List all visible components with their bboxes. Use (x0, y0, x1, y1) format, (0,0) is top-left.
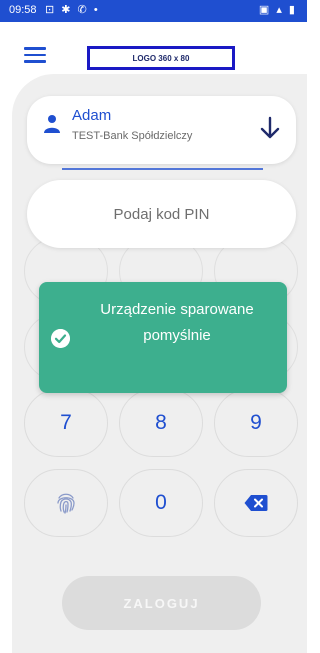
pin-input[interactable]: Podaj kod PIN (27, 180, 296, 248)
status-notification-icons: ⊡ ✱ ✆ • (45, 4, 100, 16)
account-bank: TEST-Bank Spółdzielczy (72, 130, 193, 142)
keypad-key-0[interactable]: 0 (119, 469, 203, 537)
account-underline (62, 168, 263, 170)
backspace-button[interactable] (214, 469, 298, 537)
status-bar: 09:58 ⊡ ✱ ✆ • ▣ ▴ ▮ (0, 0, 307, 22)
arrow-down-icon[interactable] (260, 116, 280, 140)
status-system-icons: ▣ ▴ ▮ (258, 4, 297, 16)
keypad-key-7[interactable]: 7 (24, 389, 108, 457)
check-circle-icon (51, 329, 70, 348)
user-icon (44, 115, 60, 133)
menu-icon[interactable] (24, 47, 46, 63)
account-name: Adam (72, 107, 112, 124)
fingerprint-icon (57, 493, 75, 514)
fingerprint-button[interactable] (24, 469, 108, 537)
status-time: 09:58 (9, 4, 37, 16)
toast-message: Urządzenie sparowane pomyślnie (100, 301, 254, 344)
keypad-key-8[interactable]: 8 (119, 389, 203, 457)
keypad-key-9[interactable]: 9 (214, 389, 298, 457)
backspace-icon (244, 495, 268, 511)
pairing-success-toast: Urządzenie sparowane pomyślnie (39, 282, 287, 393)
app-header: LOGO 360 x 80 (0, 22, 307, 74)
login-button[interactable]: ZALOGUJ (62, 576, 261, 630)
account-selector[interactable]: Adam TEST-Bank Spółdzielczy (27, 96, 296, 164)
logo-placeholder: LOGO 360 x 80 (87, 46, 235, 70)
